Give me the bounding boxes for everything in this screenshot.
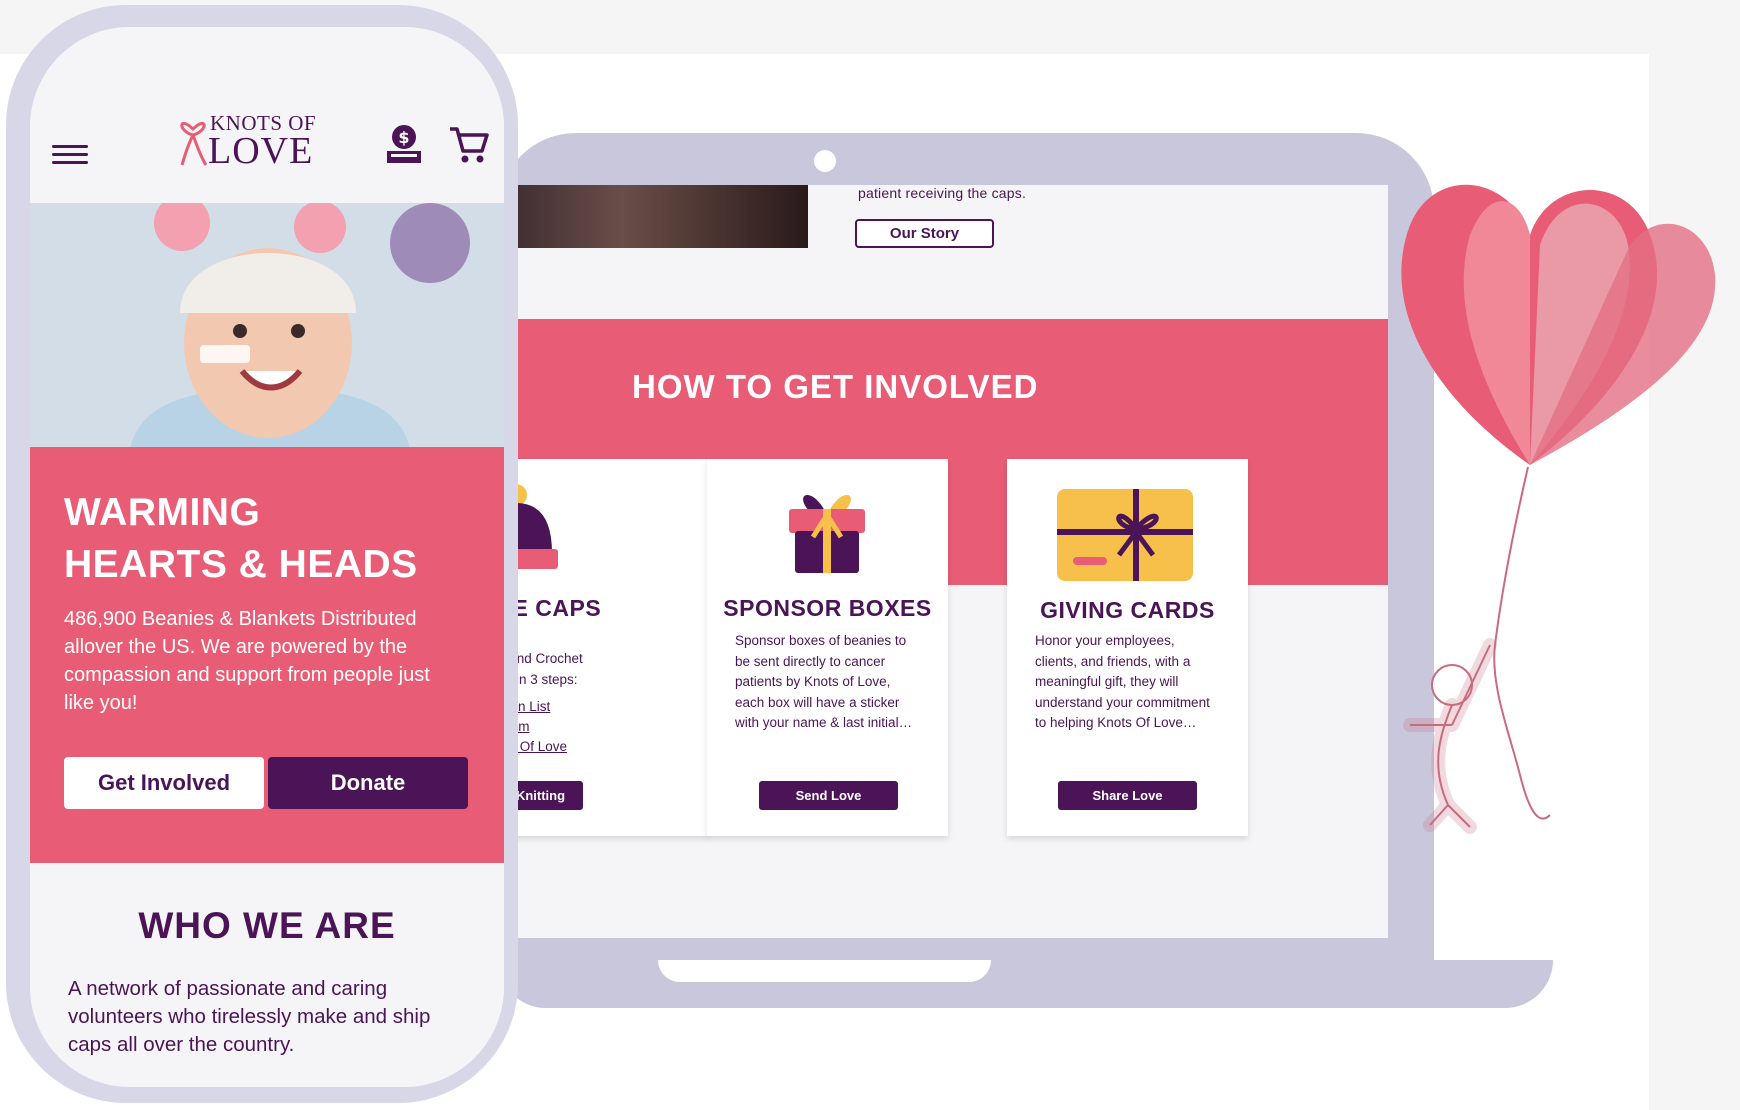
card-body: Honor your employees, clients, and frien… — [1035, 631, 1230, 734]
card-body-line: with your name & last initial… — [735, 715, 913, 730]
gift-card-icon — [1057, 489, 1193, 581]
laptop-base — [498, 960, 1553, 1008]
card-body-line: us in 3 steps: — [498, 671, 578, 687]
menu-icon[interactable] — [52, 145, 88, 167]
card-body-line: g and Crochet — [498, 651, 583, 666]
laptop-notch — [658, 960, 991, 982]
phone-frame: KNOTS OF LOVE $ WARMING HEARTS & HEADS 4… — [6, 5, 518, 1103]
card-giving-cards: GIVING CARDS Honor your employees, clien… — [1007, 459, 1248, 836]
svg-text:$: $ — [398, 128, 409, 147]
our-story-button[interactable]: Our Story — [855, 219, 994, 248]
story-text: patient receiving the caps. — [858, 185, 1027, 201]
card-body: Sponsor boxes of beanies to be sent dire… — [735, 631, 930, 734]
card-body-line: to helping Knots Of Love… — [1035, 715, 1197, 730]
who-we-are-title: WHO WE ARE — [138, 905, 396, 946]
card-body-line: Sponsor boxes of beanies to — [735, 633, 907, 648]
story-image — [498, 185, 808, 248]
ribbon-icon — [180, 121, 208, 166]
send-love-button[interactable]: Send Love — [759, 781, 898, 810]
card-body-line: be sent directly to cancer — [735, 653, 886, 669]
card-body-line: clients, and friends, with a — [1035, 653, 1191, 669]
card-create-caps: TE CAPS g and Crochet us in 3 steps: Yar… — [498, 459, 709, 836]
section-title: HOW TO GET INVOLVED — [632, 368, 1039, 405]
logo-text-bottom: LOVE — [208, 130, 314, 172]
phone-screen: KNOTS OF LOVE $ WARMING HEARTS & HEADS 4… — [30, 27, 504, 1087]
share-love-button[interactable]: Share Love — [1058, 781, 1197, 810]
card-body-line: patients by Knots of Love, — [735, 674, 891, 689]
card-title: GIVING CARDS — [1040, 597, 1215, 623]
card-title: TE CAPS — [498, 595, 602, 621]
laptop-camera — [814, 150, 836, 172]
hero-image — [30, 203, 504, 449]
card-body-line: meaningful gift, they will — [1035, 674, 1179, 689]
hero-title-line: HEARTS & HEADS — [64, 543, 418, 586]
hero-text: 486,900 Beanies & Blankets Distributed a… — [64, 608, 430, 714]
cart-icon[interactable] — [448, 123, 490, 165]
card-sponsor-boxes: SPONSOR BOXES Sponsor boxes of beanies t… — [707, 459, 948, 836]
who-we-are-text: A network of passionate and caring volun… — [68, 977, 431, 1056]
donation-icon[interactable]: $ — [385, 123, 423, 165]
card-body: g and Crochet us in 3 steps: — [498, 649, 693, 690]
gift-box-icon — [789, 494, 865, 573]
heart-balloon-icon — [1401, 184, 1716, 834]
laptop-screen: patient receiving the caps. Our Story HO… — [498, 185, 1388, 938]
mockup-stage: patient receiving the caps. Our Story HO… — [0, 0, 1740, 1110]
card-title: SPONSOR BOXES — [723, 595, 932, 621]
hero-title: WARMING HEARTS & HEADS — [64, 487, 484, 591]
donate-button[interactable]: Donate — [268, 757, 468, 809]
get-involved-button[interactable]: Get Involved — [64, 757, 264, 809]
card-body-line: understand your commitment — [1035, 694, 1210, 710]
card-body-line: each box will have a sticker — [735, 694, 900, 710]
hero-photo — [30, 203, 504, 449]
card-body-line: Honor your employees, — [1035, 633, 1175, 648]
hero-title-line: WARMING — [64, 491, 261, 534]
